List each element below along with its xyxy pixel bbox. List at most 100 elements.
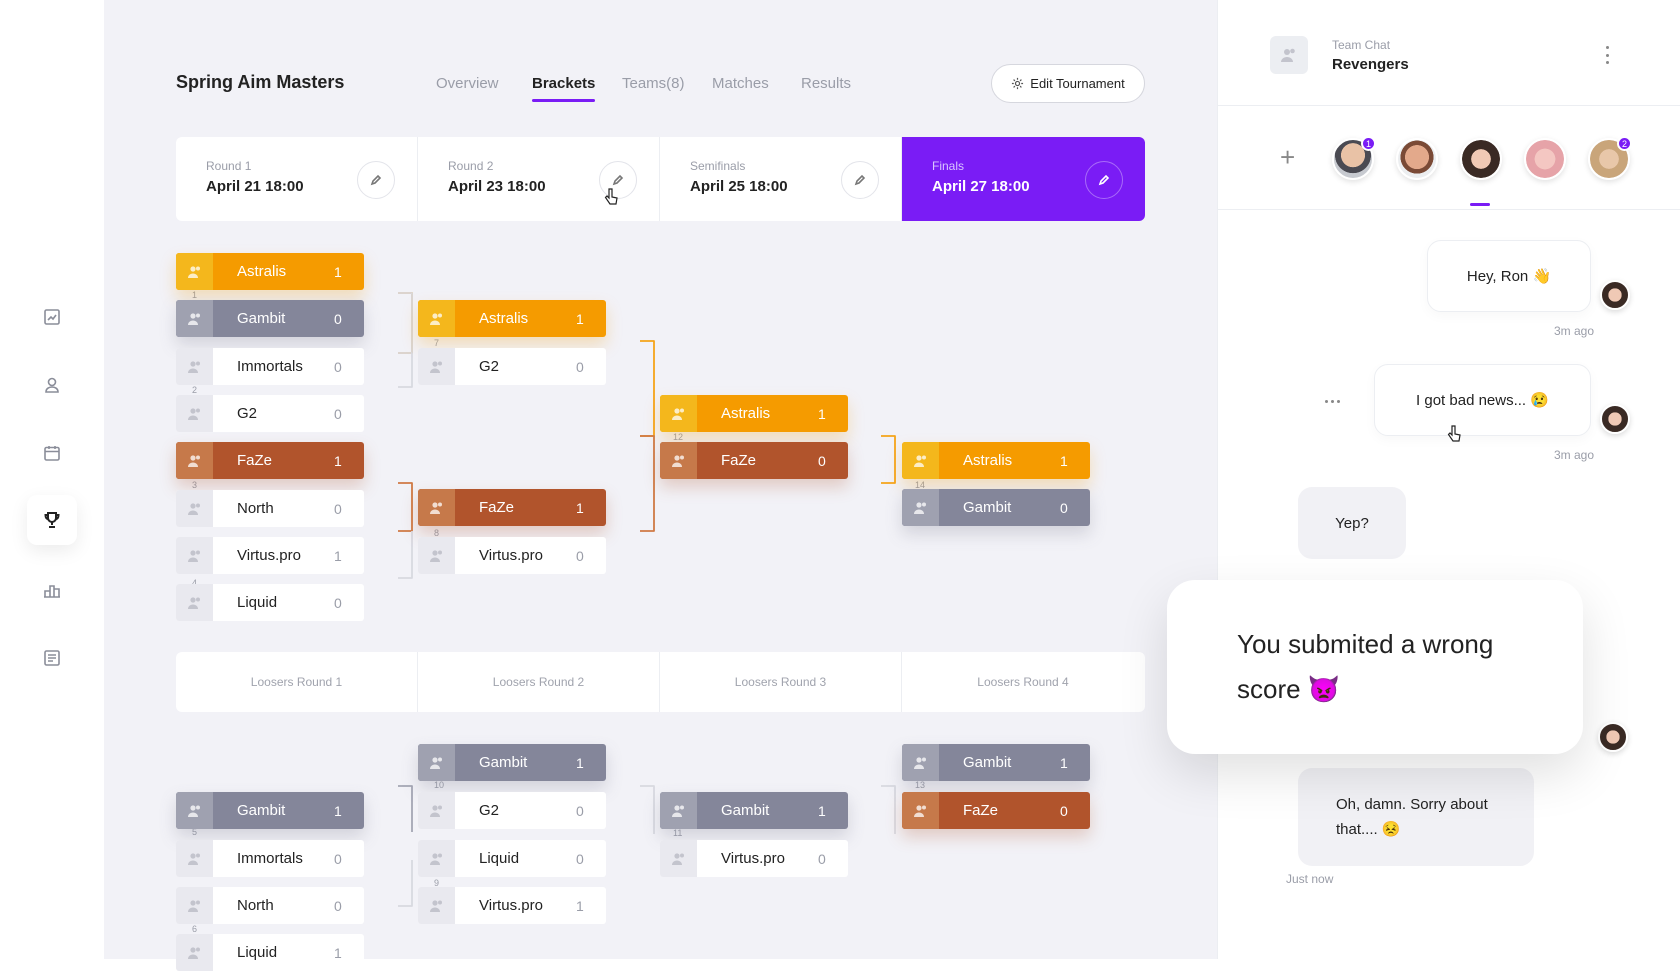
team-slot[interactable]: Virtus.pro 1 — [176, 537, 364, 574]
add-member-button[interactable]: + — [1280, 142, 1295, 173]
team-name: Gambit — [963, 754, 1012, 771]
losers-round-3: Loosers Round 3 — [660, 652, 902, 712]
leaderboard-nav[interactable] — [27, 565, 77, 615]
team-icon — [1281, 48, 1295, 62]
match-number: 1 — [192, 290, 198, 300]
team-slot[interactable]: Virtus.pro 0 — [660, 840, 848, 877]
tab-results[interactable]: Results — [801, 75, 851, 92]
team-score: 0 — [818, 850, 826, 867]
team-score: 0 — [334, 358, 342, 375]
team-slot[interactable]: Gambit 1 — [176, 792, 364, 829]
round-1: Round 1 April 21 18:00 — [176, 137, 418, 221]
pencil-icon — [370, 174, 382, 186]
tab-teams[interactable]: Teams(8) — [622, 75, 685, 92]
team-slot[interactable]: North 0 — [176, 490, 364, 527]
profile-nav[interactable] — [27, 360, 77, 410]
team-name: G2 — [479, 358, 500, 375]
round-finals: Finals April 27 18:00 — [902, 137, 1145, 221]
team-slot[interactable]: FaZe 0 — [660, 442, 848, 479]
team-name: Virtus.pro — [721, 850, 785, 867]
team-slot[interactable]: Gambit 1 — [660, 792, 848, 829]
team-slot[interactable]: Liquid 0 — [176, 584, 364, 621]
team-icon — [418, 792, 455, 829]
team-slot[interactable]: G2 0 — [418, 348, 606, 385]
calendar-nav[interactable] — [27, 428, 77, 478]
team-slot[interactable]: FaZe 0 — [902, 792, 1090, 829]
team-name: FaZe — [721, 452, 757, 469]
tournaments-nav[interactable] — [27, 495, 77, 545]
message-bubble: Oh, damn. Sorry about that.... 😣 — [1298, 768, 1534, 866]
team-slot[interactable]: Gambit 1 — [902, 744, 1090, 781]
member-avatar[interactable]: 2 — [1588, 136, 1632, 180]
team-slot[interactable]: Astralis 1 — [660, 395, 848, 432]
team-score: 1 — [576, 499, 584, 516]
team-icon — [660, 442, 697, 479]
calendar-icon — [44, 446, 60, 461]
team-slot[interactable]: Virtus.pro 0 — [418, 537, 606, 574]
tab-overview[interactable]: Overview — [436, 75, 499, 92]
edit-round-button[interactable] — [357, 161, 395, 199]
team-name: Liquid — [237, 944, 278, 961]
team-score: 1 — [818, 405, 826, 422]
team-score: 0 — [576, 547, 584, 564]
hand-cursor-icon — [1447, 425, 1461, 442]
team-icon — [418, 744, 455, 781]
team-slot[interactable]: FaZe 1 — [418, 489, 606, 526]
team-slot[interactable]: North 0 — [176, 887, 364, 924]
team-score: 0 — [1060, 802, 1068, 819]
team-name: Immortals — [237, 358, 303, 375]
stats-nav[interactable] — [27, 292, 77, 342]
team-slot[interactable]: Gambit 1 — [418, 744, 606, 781]
team-slot[interactable]: Immortals 0 — [176, 348, 364, 385]
team-slot[interactable]: Astralis 1 — [176, 253, 364, 290]
tab-matches[interactable]: Matches — [712, 75, 769, 92]
member-avatar[interactable]: 1 — [1332, 136, 1376, 180]
team-slot[interactable]: Immortals 0 — [176, 840, 364, 877]
match-number: 7 — [434, 338, 440, 348]
podium-icon — [44, 585, 60, 598]
team-score: 1 — [1060, 754, 1068, 771]
team-slot[interactable]: Virtus.pro 1 — [418, 887, 606, 924]
edit-round-button[interactable] — [841, 161, 879, 199]
member-avatar[interactable] — [1524, 138, 1566, 180]
match-number: 11 — [673, 828, 683, 838]
team-icon — [176, 490, 213, 527]
round-semifinals: Semifinals April 25 18:00 — [660, 137, 902, 221]
team-slot[interactable]: Astralis 1 — [418, 300, 606, 337]
team-score: 1 — [576, 897, 584, 914]
team-slot[interactable]: Liquid 1 — [176, 934, 364, 971]
message-options-icon[interactable] — [1325, 400, 1340, 403]
team-slot[interactable]: G2 0 — [176, 395, 364, 432]
team-slot[interactable]: Gambit 0 — [902, 489, 1090, 526]
team-icon — [176, 300, 213, 337]
team-name: Astralis — [963, 452, 1013, 469]
team-icon — [176, 348, 213, 385]
member-avatar[interactable] — [1396, 138, 1438, 180]
page-title: Spring Aim Masters — [176, 72, 345, 92]
unread-badge: 2 — [1617, 136, 1632, 151]
team-slot[interactable]: G2 0 — [418, 792, 606, 829]
team-slot[interactable]: Liquid 0 — [418, 840, 606, 877]
team-icon — [176, 934, 213, 971]
selected-member-indicator — [1470, 203, 1490, 206]
sender-avatar — [1600, 280, 1630, 310]
edit-round-button[interactable] — [1085, 161, 1123, 199]
team-slot[interactable]: Astralis 1 — [902, 442, 1090, 479]
losers-round-1: Loosers Round 1 — [176, 652, 418, 712]
team-name: G2 — [479, 802, 500, 819]
edit-tournament-button[interactable]: Edit Tournament — [991, 64, 1145, 103]
match-number: 13 — [915, 780, 926, 790]
team-score: 1 — [576, 754, 584, 771]
member-avatar[interactable] — [1460, 138, 1502, 180]
rounds-header: Round 1 April 21 18:00 Round 2 April 23 … — [176, 137, 1145, 221]
team-name: FaZe — [479, 499, 515, 516]
more-options-icon[interactable] — [1602, 44, 1612, 66]
team-icon — [418, 887, 455, 924]
message-bubble: Hey, Ron 👋 — [1427, 240, 1591, 312]
team-score: 1 — [334, 944, 342, 961]
reports-nav[interactable] — [27, 633, 77, 683]
tab-brackets[interactable]: Brackets — [532, 75, 596, 102]
team-name: Liquid — [237, 594, 278, 611]
team-slot[interactable]: FaZe 1 — [176, 442, 364, 479]
team-slot[interactable]: Gambit 0 — [176, 300, 364, 337]
